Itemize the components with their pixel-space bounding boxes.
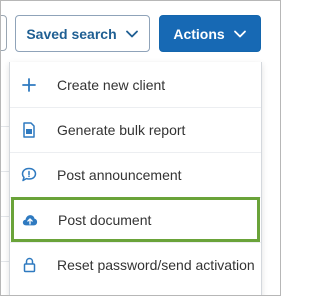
background-divider <box>1 126 9 127</box>
menu-item-label: Reset password/send activation <box>57 256 255 273</box>
menu-item-label: Post document <box>58 211 152 228</box>
background-divider <box>1 171 9 172</box>
lock-icon <box>21 257 37 273</box>
app-frame: Saved search Actions Create new client G… <box>0 0 281 296</box>
menu-item-reset-password[interactable]: Reset password/send activation <box>10 242 261 287</box>
actions-button[interactable]: Actions <box>159 15 261 52</box>
menu-item-label: Create new client <box>57 76 166 93</box>
chevron-down-icon <box>233 30 246 37</box>
plus-icon <box>21 77 37 93</box>
saved-search-label: Saved search <box>26 25 117 42</box>
actions-label: Actions <box>173 25 225 42</box>
saved-search-button[interactable]: Saved search <box>15 15 150 52</box>
menu-item-post-document[interactable]: Post document <box>11 197 260 242</box>
chevron-down-icon <box>125 30 138 37</box>
background-divider <box>1 261 9 262</box>
document-icon <box>21 121 37 138</box>
cloud-upload-icon <box>22 212 38 228</box>
background-divider <box>1 216 9 217</box>
speech-bubble-icon <box>21 167 37 183</box>
menu-item-create-new-client[interactable]: Create new client <box>10 62 261 107</box>
partial-input-edge[interactable] <box>1 15 7 51</box>
menu-item-post-announcement[interactable]: Post announcement <box>10 152 261 197</box>
menu-item-label: Post announcement <box>57 166 182 183</box>
actions-dropdown-menu: Create new client Generate bulk report P… <box>9 62 262 295</box>
menu-item-label: Generate bulk report <box>57 121 186 138</box>
menu-item-generate-bulk-report[interactable]: Generate bulk report <box>10 107 261 152</box>
